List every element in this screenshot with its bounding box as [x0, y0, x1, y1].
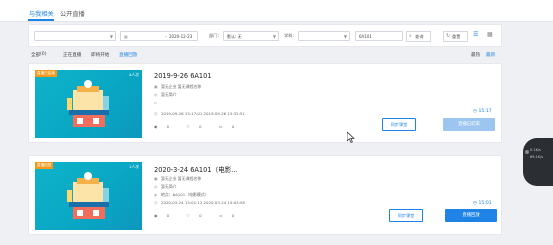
eye-icon: ◉ [154, 124, 158, 129]
viewer-count: 1人次 [128, 164, 139, 169]
card-stats: ◉ 0 ♡ 0 ▭ 0 [154, 213, 250, 218]
reset-button[interactable]: ↻ 重置 [443, 31, 468, 42]
clock-icon: ◷ [154, 200, 158, 205]
category-select[interactable]: ▼ [34, 31, 116, 41]
classroom-illustration [67, 172, 109, 219]
tab-related[interactable]: 与我相关 [29, 9, 54, 18]
comments-stat: ▭ 0 [218, 124, 235, 129]
filter-upcoming[interactable]: 即将开始 [91, 52, 109, 58]
info-icon: ◎ [154, 184, 158, 189]
network-speed-widget[interactable]: 0.1K/s 69.1K/s [523, 138, 553, 186]
filter-bar: ▼ ▦ - 2020-12-23 部门： 默认: 无 ▼ 学科： ▼ 6A101… [28, 24, 502, 47]
duration-label: ◷ 15:01 [473, 201, 492, 206]
search-icon: ⌕ [409, 33, 412, 39]
meta-location: ▫ [154, 100, 161, 105]
live-thumbnail[interactable]: 直播回放 1人次 [35, 162, 142, 230]
dept-value: 默认: 无 [227, 34, 242, 40]
sort-newest[interactable]: 最新 [486, 52, 495, 58]
filter-all[interactable]: 全部 [31, 52, 40, 58]
card-stats: ◉ 0 ♡ 0 ▭ 0 [154, 124, 250, 129]
meta-intro: ◎ 暂无简介 [154, 184, 177, 189]
status-dot-icon [525, 150, 529, 154]
filter-all-count: (0) [40, 52, 47, 57]
building-icon: ▣ [154, 84, 158, 89]
live-card[interactable]: 直播已结束 4人次 2019-9-26 6A101 ▣ 暂无企业 暂无课程名称 ◎… [28, 63, 502, 143]
likes-stat: ♡ 0 [186, 124, 202, 129]
chevron-down-icon: ▼ [272, 34, 276, 39]
date-end: 2020-12-23 [169, 34, 193, 40]
likes-stat: ♡ 0 [186, 213, 202, 218]
building-icon: ▣ [154, 176, 158, 181]
filter-replay[interactable]: 直播回放 [119, 52, 137, 58]
location-icon: ◈ [154, 192, 157, 197]
subject-select[interactable]: ▼ [298, 31, 350, 41]
keyword-value: 6A101 [359, 34, 372, 40]
chevron-down-icon: ▼ [343, 34, 347, 39]
date-separator: - [165, 34, 167, 40]
subject-label: 学科： [284, 33, 297, 39]
status-badge: 直播已结束 [35, 70, 57, 77]
viewer-count: 4人次 [128, 72, 139, 77]
meta-org-course: ▣ 暂无企业 暂无课程名称 [154, 84, 202, 89]
live-title[interactable]: 2019-9-26 6A101 [154, 72, 212, 80]
download-speed: 69.1K/s [530, 155, 544, 159]
heart-icon: ♡ [186, 124, 190, 129]
replay-button[interactable]: 直播回放 [445, 209, 497, 222]
live-ended-button[interactable]: 直播已结束 [443, 118, 495, 131]
comment-icon: ▭ [218, 124, 223, 129]
status-filter-row: 全部 (0) 正在直播 即将开始 直播回放 最热 最新 [28, 51, 502, 61]
mouse-cursor-icon [347, 132, 355, 143]
tab-public-live[interactable]: 公开直播 [60, 9, 85, 18]
eye-icon: ◉ [154, 213, 158, 218]
clock-icon: ◷ [473, 109, 478, 114]
classroom-illustration [67, 80, 109, 127]
live-thumbnail[interactable]: 直播已结束 4人次 [35, 70, 142, 138]
date-range-picker[interactable]: ▦ - 2020-12-23 [120, 31, 198, 41]
chevron-down-icon: ▼ [109, 34, 113, 39]
dept-select[interactable]: 默认: 无 ▼ [223, 31, 279, 41]
location-icon: ▫ [154, 100, 157, 105]
keyword-input[interactable]: 6A101 [355, 31, 403, 41]
heart-icon: ♡ [186, 213, 190, 218]
clock-icon: ◷ [154, 111, 158, 116]
refresh-icon: ↻ [446, 33, 451, 39]
sync-class-button[interactable]: 同步课堂 [389, 209, 423, 222]
upload-speed: 0.1K/s [530, 148, 541, 152]
grid-view-icon[interactable]: ▦ [487, 31, 493, 38]
dept-label: 部门： [209, 33, 222, 39]
list-view-icon[interactable]: ☰ [473, 31, 478, 38]
duration-label: ◷ 15:17 [473, 109, 492, 114]
live-card[interactable]: 直播回放 1人次 2020-3-24 6A101（电影... ▣ 暂无企业 暂无课… [28, 155, 502, 235]
filter-live-now[interactable]: 正在直播 [63, 52, 81, 58]
top-tab-bar: 与我相关 公开直播 [0, 0, 553, 22]
live-title[interactable]: 2020-3-24 6A101（电影... [154, 164, 238, 174]
calendar-icon: ▦ [124, 34, 128, 40]
meta-location: ◈ 地点：6A101（电影模式） [154, 192, 209, 197]
status-badge: 直播回放 [35, 162, 54, 169]
search-button[interactable]: ⌕ 查询 [406, 31, 431, 42]
views-stat: ◉ 0 [154, 124, 170, 129]
meta-org-course: ▣ 暂无企业 暂无课程名称 [154, 176, 202, 181]
clock-icon: ◷ [473, 201, 478, 206]
comments-stat: ▭ 0 [218, 213, 235, 218]
comment-icon: ▭ [218, 213, 223, 218]
meta-time-range: ◷ 2020-03-24 15:01:12 2020-03-24 15:03:58 [154, 200, 245, 205]
meta-time-range: ◷ 2019-09-26 15:17:01 2019-09-26 15:32:51 [154, 111, 245, 116]
sort-hottest[interactable]: 最热 [471, 52, 480, 58]
sync-class-button[interactable]: 同步课堂 [382, 118, 416, 131]
info-icon: ◎ [154, 92, 158, 97]
meta-intro: ◎ 暂无简介 [154, 92, 177, 97]
views-stat: ◉ 0 [154, 213, 170, 218]
active-tab-indicator [28, 19, 54, 21]
